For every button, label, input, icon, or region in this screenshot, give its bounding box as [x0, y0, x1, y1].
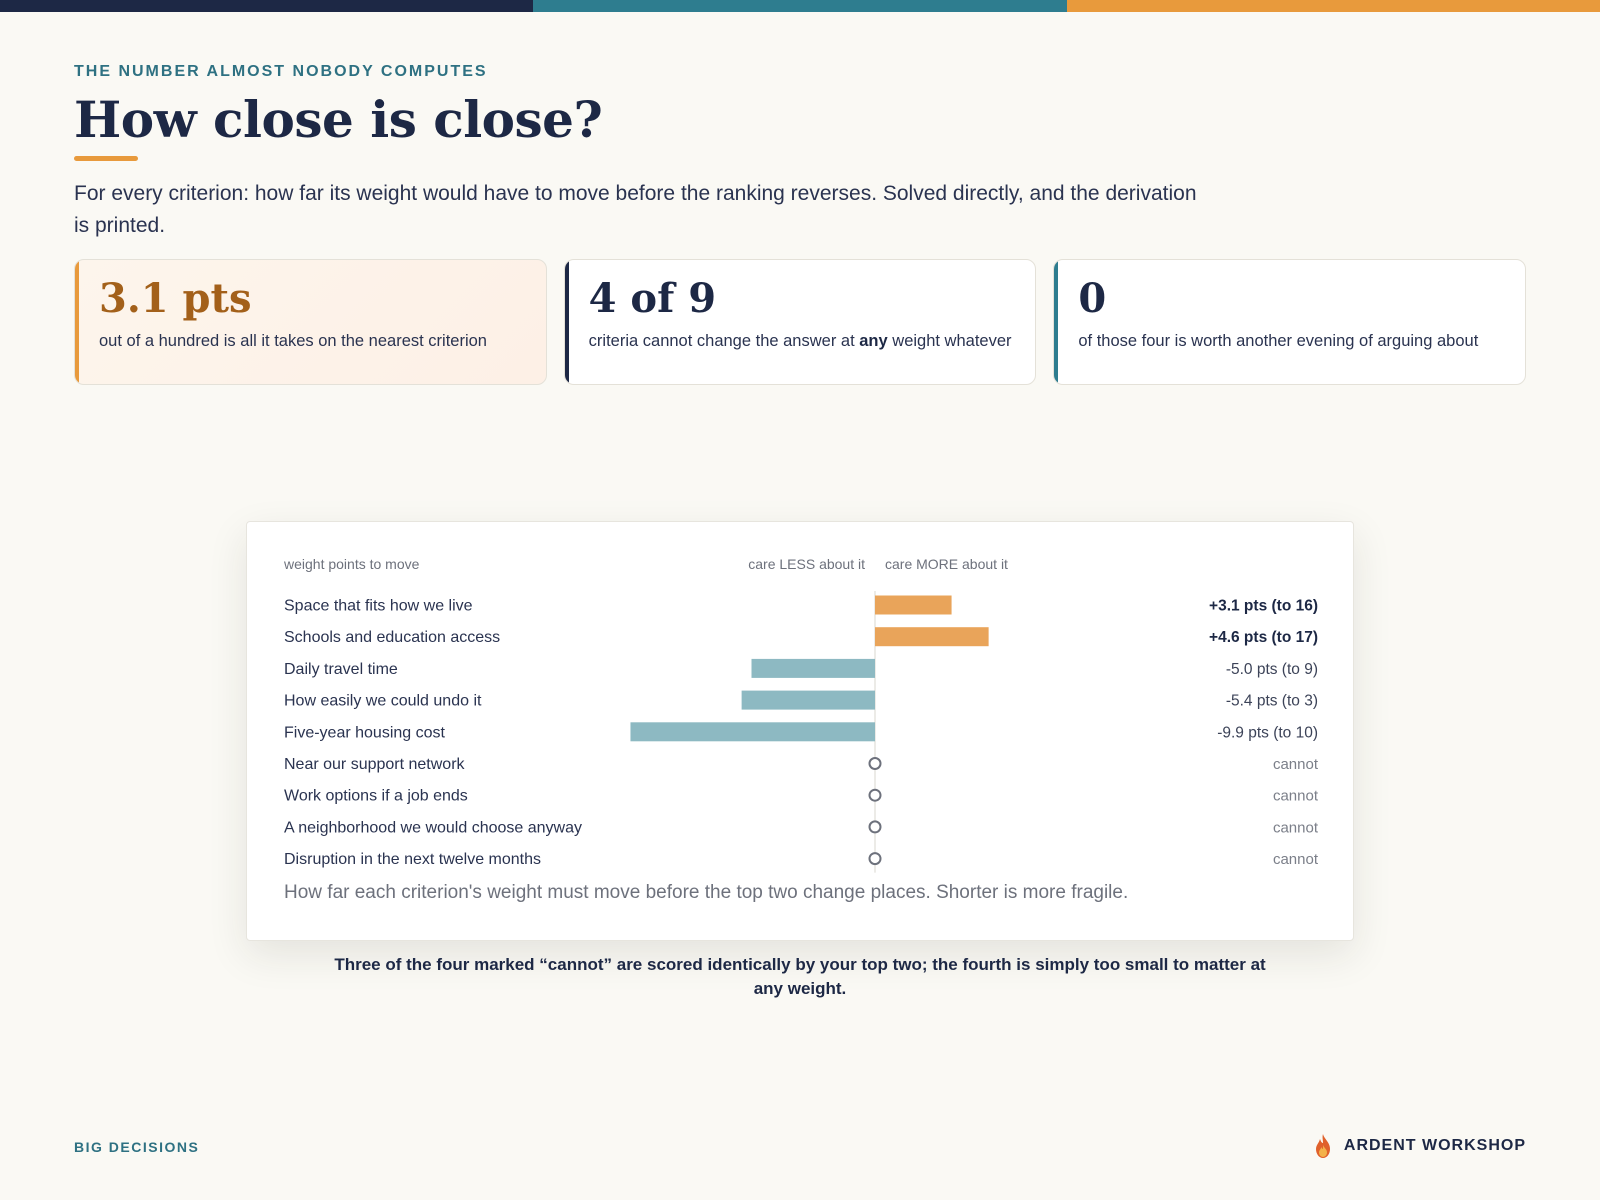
chart-caption: How far each criterion's weight must mov… [284, 882, 1129, 903]
row-value-label: +3.1 pts (to 16) [1209, 598, 1318, 615]
row-value-label: cannot [1273, 756, 1319, 773]
stat-card-value: 0 [1078, 275, 1107, 322]
top-bar-segment-navy [0, 0, 534, 12]
bar-care-more [875, 595, 952, 615]
column-header-weight: weight points to move [283, 556, 420, 572]
stat-card-description: out of a hundred is all it takes on the … [99, 332, 487, 350]
stat-card-emphasis: any [859, 332, 888, 350]
column-header-care-more: care MORE about it [885, 556, 1008, 572]
row-label: Near our support network [284, 756, 466, 773]
stat-card-worth-arguing: 0 of those four is worth another evening… [1053, 259, 1527, 385]
sensitivity-chart-panel: weight points to move care LESS about it c… [246, 521, 1354, 941]
flame-icon [1315, 1134, 1330, 1158]
stat-card-nearest: 3.1 pts out of a hundred is all it takes… [74, 259, 547, 385]
footer-brand: ARDENT WORKSHOP [1312, 1133, 1526, 1159]
chart-footnote: Three of the four marked “cannot” are sc… [334, 955, 1266, 998]
top-color-bar [0, 0, 1600, 12]
cannot-marker [868, 852, 882, 866]
row-label: How easily we could undo it [284, 693, 482, 710]
stat-cards: 3.1 pts out of a hundred is all it takes… [74, 259, 1527, 385]
stat-card-description: of those four is worth another evening o… [1078, 332, 1479, 350]
row-value-label: cannot [1273, 819, 1319, 836]
top-bar-segment-teal [533, 0, 1067, 12]
stat-card-description: criteria cannot change the answer at any… [588, 332, 1012, 350]
brand-name: ARDENT WORKSHOP [1343, 1137, 1526, 1154]
row-value-label: cannot [1273, 788, 1319, 805]
footer-section-label: BIG DECISIONS [74, 1139, 200, 1155]
cannot-marker [868, 788, 882, 802]
row-value-label: -9.9 pts (to 10) [1217, 724, 1318, 741]
cannot-marker [868, 757, 882, 770]
row-label: Work options if a job ends [284, 788, 468, 805]
stat-card-value: 4 of 9 [588, 275, 717, 322]
page-subtitle: For every criterion: how far its weight … [74, 182, 1197, 237]
page-title: How close is close? [74, 90, 603, 149]
bar-care-less [630, 722, 875, 742]
sensitivity-chart: weight points to move care LESS about it c… [283, 556, 1319, 873]
row-value-label: -5.4 pts (to 3) [1226, 693, 1318, 710]
row-value-label: +4.6 pts (to 17) [1209, 629, 1318, 646]
column-header-care-less: care LESS about it [748, 556, 865, 572]
cannot-marker [868, 820, 882, 834]
row-label: Five-year housing cost [284, 724, 446, 741]
row-label: A neighborhood we would choose anyway [284, 819, 582, 836]
title-underline [74, 156, 138, 161]
row-value-label: -5.0 pts (to 9) [1226, 661, 1318, 678]
row-label: Schools and education access [284, 629, 500, 646]
bar-care-less [741, 690, 875, 710]
eyebrow-label: THE NUMBER ALMOST NOBODY COMPUTES [74, 63, 488, 80]
bar-care-less [751, 658, 875, 678]
stat-card-value: 3.1 pts [99, 275, 252, 322]
row-label: Daily travel time [284, 661, 398, 678]
bar-care-more [875, 627, 989, 647]
row-label: Space that fits how we live [284, 598, 473, 615]
top-bar-segment-orange [1066, 0, 1600, 12]
stat-card-cannot-change: 4 of 9 criteria cannot change the answer… [563, 259, 1037, 385]
row-label: Disruption in the next twelve months [284, 851, 541, 868]
row-value-label: cannot [1273, 851, 1319, 868]
